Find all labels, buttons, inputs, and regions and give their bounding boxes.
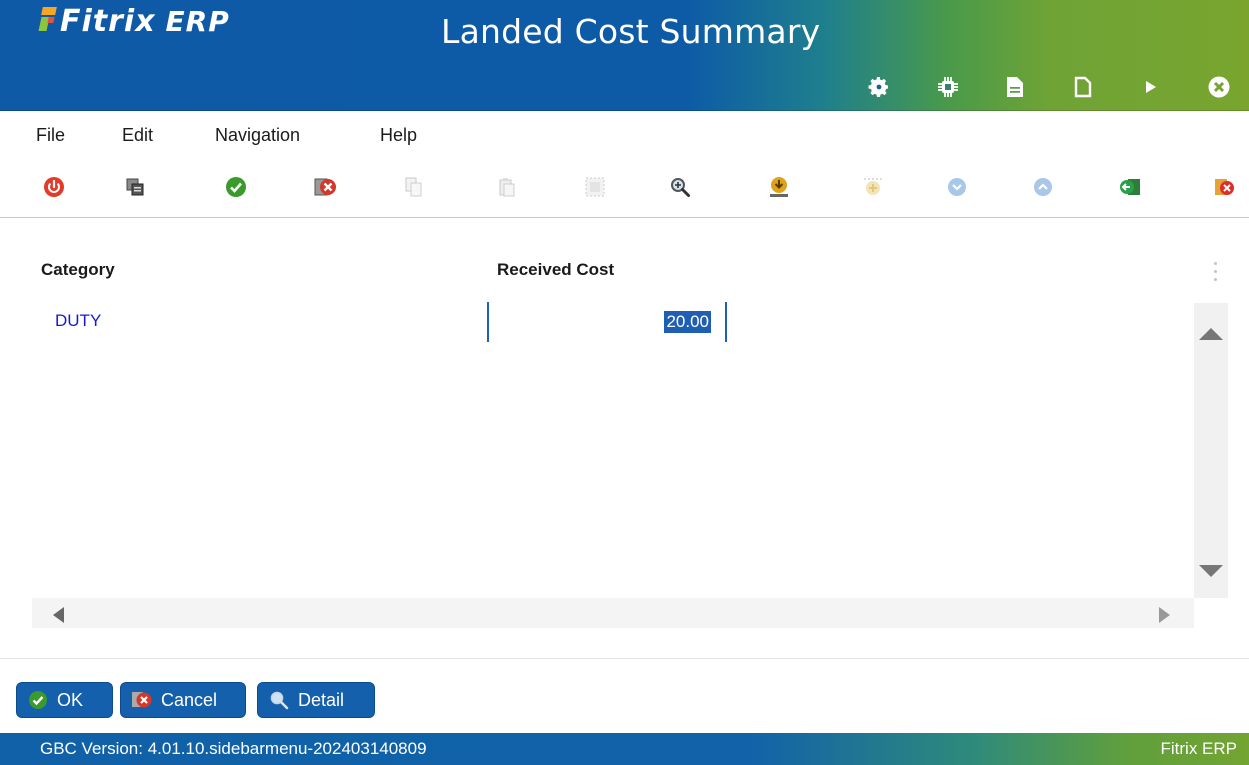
column-header-received-cost[interactable]: Received Cost bbox=[497, 260, 614, 280]
zoom-icon[interactable] bbox=[666, 173, 694, 201]
cancel-button[interactable]: Cancel bbox=[120, 682, 246, 718]
horizontal-scrollbar[interactable] bbox=[32, 598, 1194, 628]
received-cost-input[interactable]: 20.00 bbox=[487, 302, 727, 342]
scroll-right-arrow-icon[interactable] bbox=[1159, 607, 1170, 623]
logo-suffix: ERP bbox=[165, 5, 230, 38]
document-icon[interactable] bbox=[1002, 74, 1028, 100]
play-icon[interactable] bbox=[1138, 74, 1164, 100]
download-icon[interactable] bbox=[765, 173, 793, 201]
column-header-category[interactable]: Category bbox=[41, 260, 115, 280]
vertical-scrollbar[interactable] bbox=[1194, 303, 1228, 598]
menu-edit[interactable]: Edit bbox=[122, 125, 153, 146]
scroll-left-arrow-icon[interactable] bbox=[53, 607, 64, 623]
power-icon[interactable] bbox=[40, 173, 68, 201]
divider bbox=[0, 658, 1249, 659]
next-record-icon[interactable] bbox=[1210, 173, 1238, 201]
previous-record-icon[interactable] bbox=[1117, 173, 1145, 201]
menu-bar: File Edit Navigation Help bbox=[0, 111, 1249, 161]
page-title: Landed Cost Summary bbox=[441, 12, 821, 51]
paste-icon[interactable] bbox=[493, 173, 521, 201]
app-logo: Fitrix ERP bbox=[38, 4, 230, 48]
magnifier-icon bbox=[268, 689, 290, 711]
cancel-icon[interactable] bbox=[311, 173, 339, 201]
scroll-down-arrow-icon[interactable] bbox=[1199, 565, 1223, 577]
add-icon[interactable] bbox=[859, 173, 887, 201]
cancel-icon bbox=[131, 689, 153, 711]
version-text: GBC Version: 4.01.10.sidebarmenu-2024031… bbox=[40, 739, 427, 758]
logo-mark-icon bbox=[38, 7, 57, 33]
chip-icon[interactable] bbox=[935, 74, 961, 100]
copy-icon[interactable] bbox=[400, 173, 428, 201]
menu-navigation[interactable]: Navigation bbox=[215, 125, 300, 146]
toolbar bbox=[0, 163, 1249, 218]
ok-label: OK bbox=[57, 689, 84, 710]
product-name: Fitrix ERP bbox=[1160, 739, 1238, 758]
check-icon bbox=[27, 689, 49, 711]
menu-help[interactable]: Help bbox=[380, 125, 417, 146]
accept-icon[interactable] bbox=[222, 173, 250, 201]
new-document-icon[interactable] bbox=[1070, 74, 1096, 100]
cancel-label: Cancel bbox=[161, 689, 218, 710]
close-circle-icon[interactable] bbox=[1206, 74, 1232, 100]
menu-file[interactable]: File bbox=[36, 125, 65, 146]
cell-category[interactable]: DUTY bbox=[55, 311, 101, 331]
select-all-icon[interactable] bbox=[581, 173, 609, 201]
scroll-down-icon[interactable] bbox=[943, 173, 971, 201]
status-bar: GBC Version: 4.01.10.sidebarmenu-2024031… bbox=[0, 733, 1249, 765]
scroll-up-icon[interactable] bbox=[1029, 173, 1057, 201]
detail-button[interactable]: Detail bbox=[257, 682, 375, 718]
scroll-up-arrow-icon[interactable] bbox=[1199, 328, 1223, 340]
gear-icon[interactable] bbox=[866, 74, 892, 100]
grid-area: Category Received Cost DUTY 20.00 bbox=[0, 218, 1249, 659]
app-header: Fitrix ERP Landed Cost Summary bbox=[0, 0, 1249, 111]
ok-button[interactable]: OK bbox=[16, 682, 113, 718]
logo-text: Fitrix bbox=[60, 4, 156, 39]
column-menu-grip-icon[interactable] bbox=[1214, 262, 1218, 288]
received-cost-value[interactable]: 20.00 bbox=[664, 311, 711, 333]
detail-label: Detail bbox=[298, 689, 345, 710]
copy-window-icon[interactable] bbox=[121, 173, 149, 201]
